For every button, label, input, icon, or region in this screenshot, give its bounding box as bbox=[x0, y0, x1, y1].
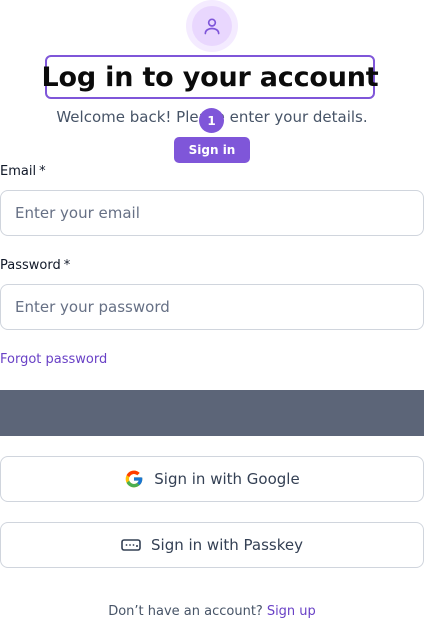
sign-in-google-button[interactable]: Sign in with Google bbox=[0, 456, 424, 502]
sign-in-button[interactable]: Sign in bbox=[174, 137, 250, 163]
password-label: Password * bbox=[0, 258, 71, 273]
user-icon bbox=[204, 18, 220, 35]
primary-submit-bar[interactable] bbox=[0, 390, 424, 436]
google-icon bbox=[125, 470, 143, 488]
avatar bbox=[186, 0, 238, 52]
email-label: Email * bbox=[0, 164, 46, 179]
signup-prompt: Don’t have an account? Sign up bbox=[108, 604, 316, 619]
google-button-label: Sign in with Google bbox=[154, 470, 300, 488]
page-title-box: Log in to your account bbox=[41, 55, 379, 99]
password-field[interactable] bbox=[0, 284, 424, 330]
required-marker: * bbox=[63, 258, 71, 273]
step-badge: 1 bbox=[199, 108, 224, 133]
passkey-button-label: Sign in with Passkey bbox=[151, 536, 303, 554]
page-title: Log in to your account bbox=[41, 61, 379, 93]
passkey-icon bbox=[121, 539, 141, 551]
sign-in-passkey-button[interactable]: Sign in with Passkey bbox=[0, 522, 424, 568]
sign-up-link[interactable]: Sign up bbox=[267, 604, 316, 619]
email-field[interactable] bbox=[0, 190, 424, 236]
forgot-password-link[interactable]: Forgot password bbox=[0, 352, 107, 367]
required-marker: * bbox=[39, 164, 46, 179]
